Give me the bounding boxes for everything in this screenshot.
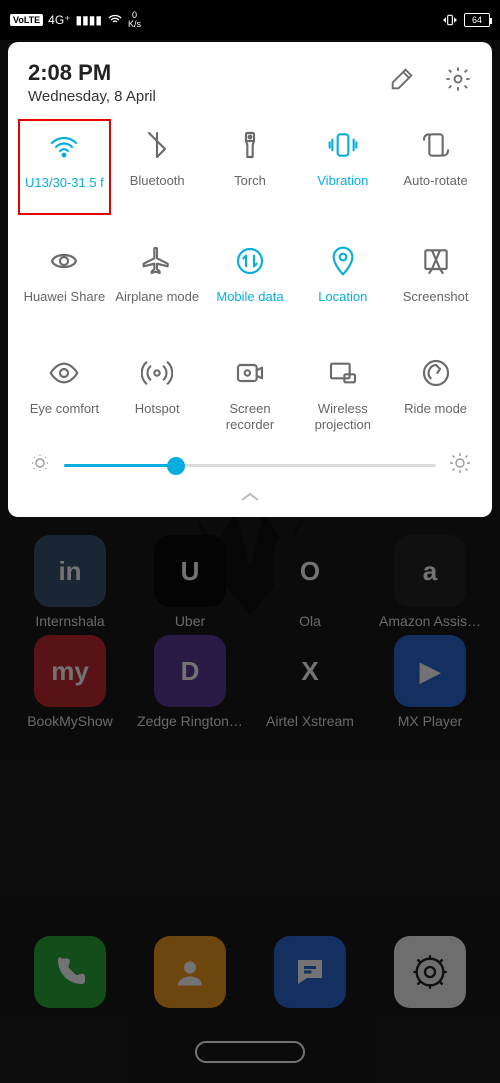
clock-time: 2:08 PM xyxy=(28,60,156,86)
tile-label: Screenshot xyxy=(403,289,469,321)
hotspot-icon xyxy=(141,357,173,389)
vibrate-status-icon xyxy=(441,13,459,27)
tile-label: Huawei Share xyxy=(24,289,106,321)
tile-label: Vibration xyxy=(317,173,368,205)
gear-icon xyxy=(444,65,472,93)
brightness-row xyxy=(18,439,482,484)
tile-mobiledata[interactable]: Mobile data xyxy=(204,235,297,327)
projection-icon xyxy=(327,357,359,389)
tile-huaweishare[interactable]: Huawei Share xyxy=(18,235,111,327)
tile-ridemode[interactable]: Ride mode xyxy=(389,347,482,439)
brightness-high-icon xyxy=(448,451,472,480)
tile-eyecomfort[interactable]: Eye comfort xyxy=(18,347,111,439)
torch-icon xyxy=(234,129,266,161)
recorder-icon xyxy=(234,357,266,389)
tile-screenshot[interactable]: Screenshot xyxy=(389,235,482,327)
tile-label: Wireless projection xyxy=(296,401,389,433)
tile-label: Airplane mode xyxy=(115,289,199,321)
tile-wifi[interactable]: U13/30-31 5 f xyxy=(18,119,111,215)
tile-label: Torch xyxy=(234,173,266,205)
tile-label: Bluetooth xyxy=(130,173,185,205)
share-icon xyxy=(48,245,80,277)
brightness-low-icon xyxy=(28,451,52,480)
quick-settings-panel: 2:08 PM Wednesday, 8 April U13/30-31 5 f… xyxy=(8,42,492,517)
data-icon xyxy=(234,245,266,277)
tile-label: Hotspot xyxy=(135,401,180,433)
tile-label: Ride mode xyxy=(404,401,467,433)
screenshot-icon xyxy=(420,245,452,277)
wifi-status-icon xyxy=(107,12,123,28)
pencil-icon xyxy=(388,65,416,93)
net-speed: 0K/s xyxy=(128,11,141,29)
tile-location[interactable]: Location xyxy=(296,235,389,327)
signal-icon: ▮▮▮▮ xyxy=(76,13,102,27)
wifi-icon xyxy=(48,131,80,163)
volte-badge: VoLTE xyxy=(10,14,43,26)
location-icon xyxy=(327,245,359,277)
tile-wirelessprojection[interactable]: Wireless projection xyxy=(296,347,389,439)
tile-label: Auto-rotate xyxy=(403,173,467,205)
panel-header: 2:08 PM Wednesday, 8 April xyxy=(18,60,482,119)
tile-hotspot[interactable]: Hotspot xyxy=(111,347,204,439)
tile-label: Eye comfort xyxy=(30,401,99,433)
bluetooth-icon xyxy=(141,129,173,161)
tile-label: Mobile data xyxy=(216,289,283,321)
battery-icon: 64 xyxy=(464,13,490,27)
vibration-icon xyxy=(327,129,359,161)
status-bar: VoLTE 4G⁺ ▮▮▮▮ 0K/s 64 xyxy=(0,0,500,40)
chevron-up-icon xyxy=(238,490,262,504)
tile-label: Screen recorder xyxy=(204,401,297,433)
panel-collapse-handle[interactable] xyxy=(18,484,482,509)
airplane-icon xyxy=(141,245,173,277)
tile-bluetooth[interactable]: Bluetooth xyxy=(111,119,204,215)
autorotate-icon xyxy=(420,129,452,161)
network-type: 4G⁺ xyxy=(48,13,70,27)
tile-autorotate[interactable]: Auto-rotate xyxy=(389,119,482,215)
eye-icon xyxy=(48,357,80,389)
tiles-grid: U13/30-31 5 f Bluetooth Torch Vibration Auto… xyxy=(18,119,482,439)
settings-button[interactable] xyxy=(444,65,472,98)
tile-vibration[interactable]: Vibration xyxy=(296,119,389,215)
brightness-slider[interactable] xyxy=(64,464,436,467)
clock-date: Wednesday, 8 April xyxy=(28,88,156,105)
ride-icon xyxy=(420,357,452,389)
tile-label: U13/30-31 5 f xyxy=(25,175,104,207)
tile-label: Location xyxy=(318,289,367,321)
edit-tiles-button[interactable] xyxy=(388,65,416,98)
tile-screenrecorder[interactable]: Screen recorder xyxy=(204,347,297,439)
tile-torch[interactable]: Torch xyxy=(204,119,297,215)
tile-airplane[interactable]: Airplane mode xyxy=(111,235,204,327)
